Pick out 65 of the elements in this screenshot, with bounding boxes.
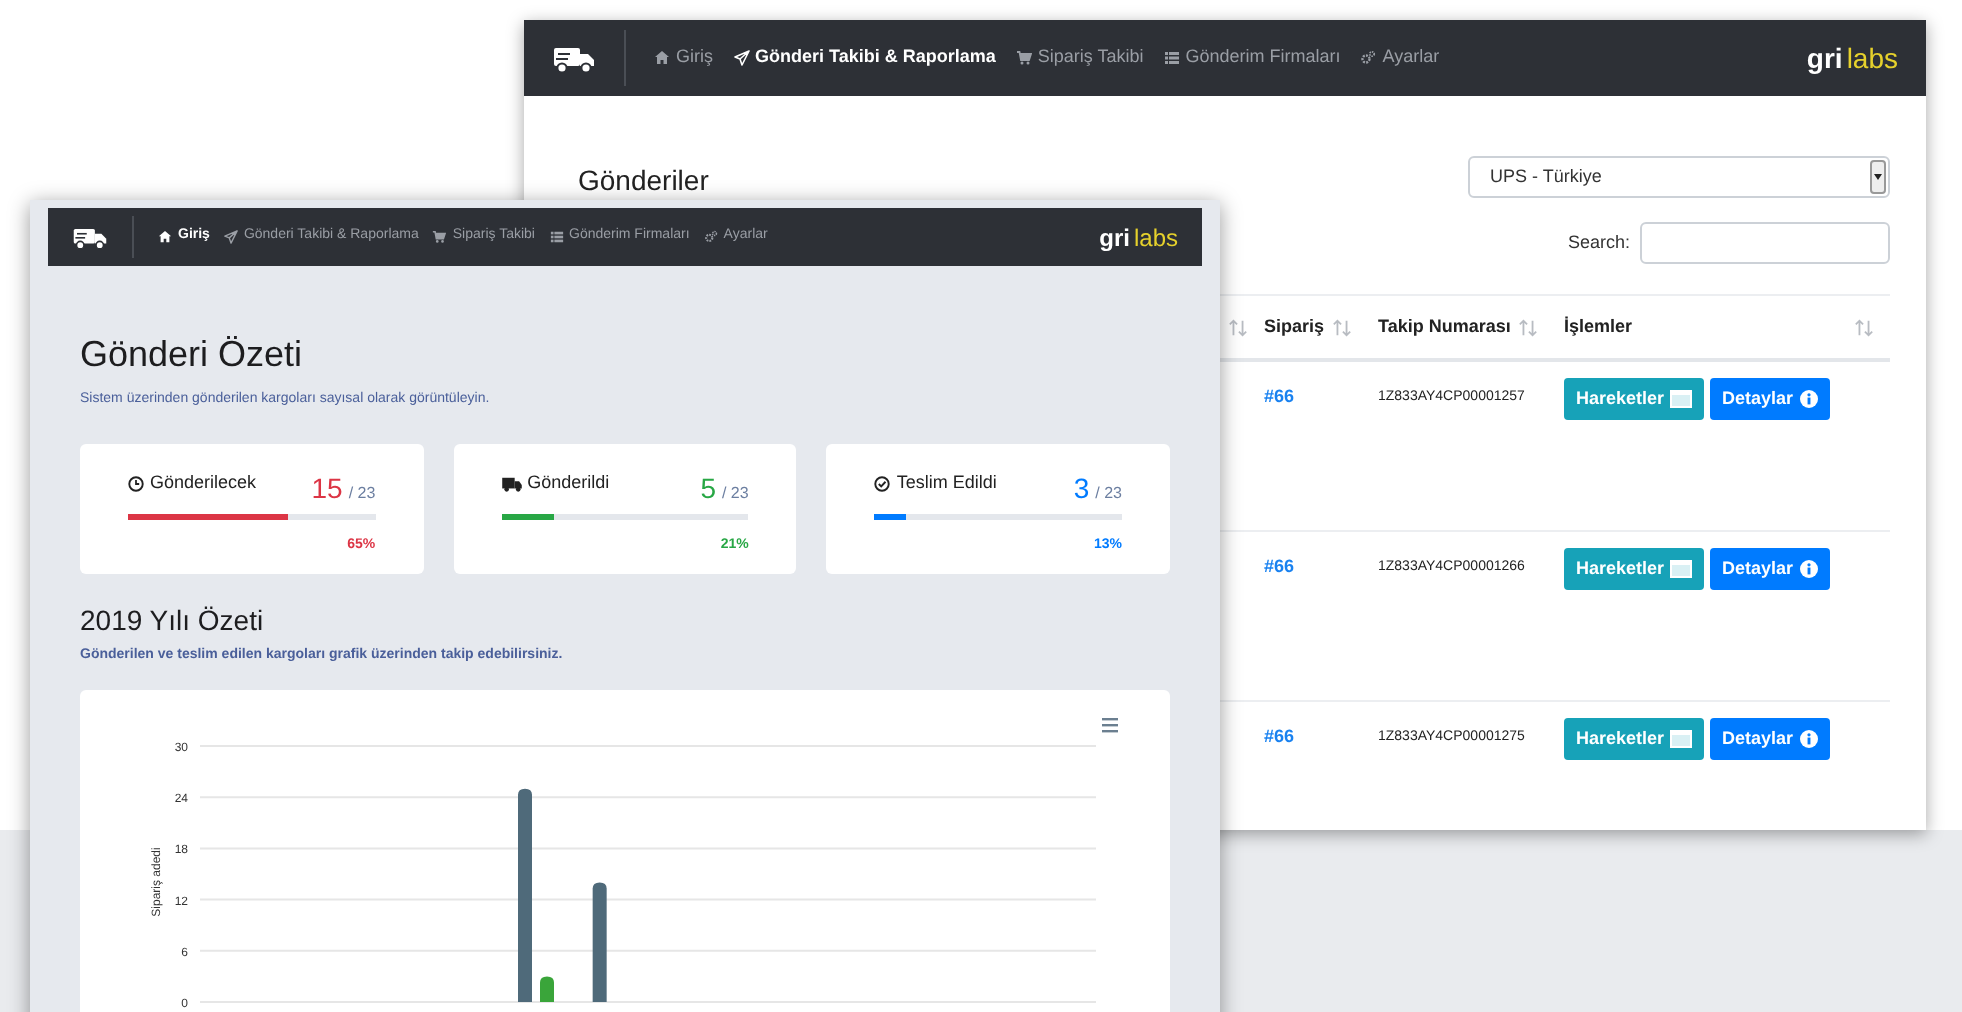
action-button[interactable]: Detaylar xyxy=(1710,548,1830,590)
stat-total: / 23 xyxy=(348,482,376,506)
nav-link[interactable]: Giriş xyxy=(654,44,713,72)
stat-value: 5 xyxy=(700,470,716,508)
gears-icon xyxy=(1360,50,1377,66)
action-button[interactable]: Detaylar xyxy=(1710,718,1830,760)
truck-icon xyxy=(501,475,522,492)
sort-icon xyxy=(1854,317,1874,337)
logo-text: labs xyxy=(1133,225,1178,249)
page-title: Gönderiler xyxy=(578,162,709,200)
info-icon xyxy=(1799,730,1818,748)
truck-logo-icon xyxy=(72,224,108,250)
logo-text: gri xyxy=(1099,225,1130,249)
stat-total: / 23 xyxy=(721,482,749,506)
nav-link[interactable]: Ayarlar xyxy=(1360,44,1440,72)
column-header: Sipariş xyxy=(1264,313,1325,340)
stat-total: / 23 xyxy=(1095,482,1122,506)
gears-icon xyxy=(703,230,718,244)
stat-value: 3 xyxy=(1073,470,1090,508)
window-icon xyxy=(1670,560,1693,578)
page-title: Gönderi Özeti xyxy=(80,332,305,377)
column-header: İşlemler xyxy=(1564,313,1633,340)
action-button[interactable]: Hareketler xyxy=(1564,378,1705,420)
home-icon xyxy=(158,230,172,244)
action-button[interactable]: Hareketler xyxy=(1564,718,1705,760)
search-field[interactable] xyxy=(1640,222,1890,264)
nav-link[interactable]: Sipariş Takibi xyxy=(1015,44,1144,72)
paper-plane-icon xyxy=(733,50,749,66)
column-header: Takip Numarası xyxy=(1378,313,1511,340)
stat-value: 15 xyxy=(311,470,343,508)
bar xyxy=(540,976,554,1002)
nav-link[interactable]: Gönderim Firmaları xyxy=(1163,44,1341,72)
nav-link[interactable]: Gönderi Takibi & Raporlama xyxy=(733,44,996,72)
carrier-select[interactable]: UPS - Türkiye xyxy=(1468,156,1890,198)
truck-logo-icon xyxy=(552,42,596,74)
section-title: 2019 Yılı Özeti xyxy=(80,604,266,639)
sort-icon xyxy=(1518,317,1539,337)
clock-icon xyxy=(128,475,144,492)
stat-label: Gönderilecek xyxy=(150,470,257,496)
logo-text: gri xyxy=(1806,44,1843,72)
order-link[interactable]: #66 xyxy=(1264,718,1378,751)
order-link[interactable]: #66 xyxy=(1264,548,1378,581)
window-icon xyxy=(1670,390,1693,408)
bar xyxy=(592,882,607,1002)
info-icon xyxy=(1799,560,1818,578)
action-button[interactable]: Detaylar xyxy=(1710,378,1830,420)
check-circle-icon xyxy=(874,475,891,492)
dropdown-caret-icon xyxy=(1874,174,1882,180)
stat-label: Teslim Edildi xyxy=(896,470,997,496)
order-link[interactable]: #66 xyxy=(1264,378,1378,411)
logo-text: labs xyxy=(1846,44,1898,72)
action-button[interactable]: Hareketler xyxy=(1564,548,1705,590)
cart-icon xyxy=(432,230,447,244)
list-icon xyxy=(1163,50,1180,66)
paper-plane-icon xyxy=(223,230,238,244)
search-label: Search: xyxy=(1567,229,1630,256)
info-icon xyxy=(1799,390,1818,408)
sort-icon xyxy=(1228,317,1248,337)
stat-label: Gönderildi xyxy=(527,470,610,496)
window-icon xyxy=(1670,730,1693,748)
home-icon xyxy=(654,50,670,66)
list-icon xyxy=(549,230,563,244)
menu-icon[interactable] xyxy=(1102,718,1118,733)
cart-icon xyxy=(1015,50,1032,66)
sort-icon xyxy=(1332,317,1353,337)
